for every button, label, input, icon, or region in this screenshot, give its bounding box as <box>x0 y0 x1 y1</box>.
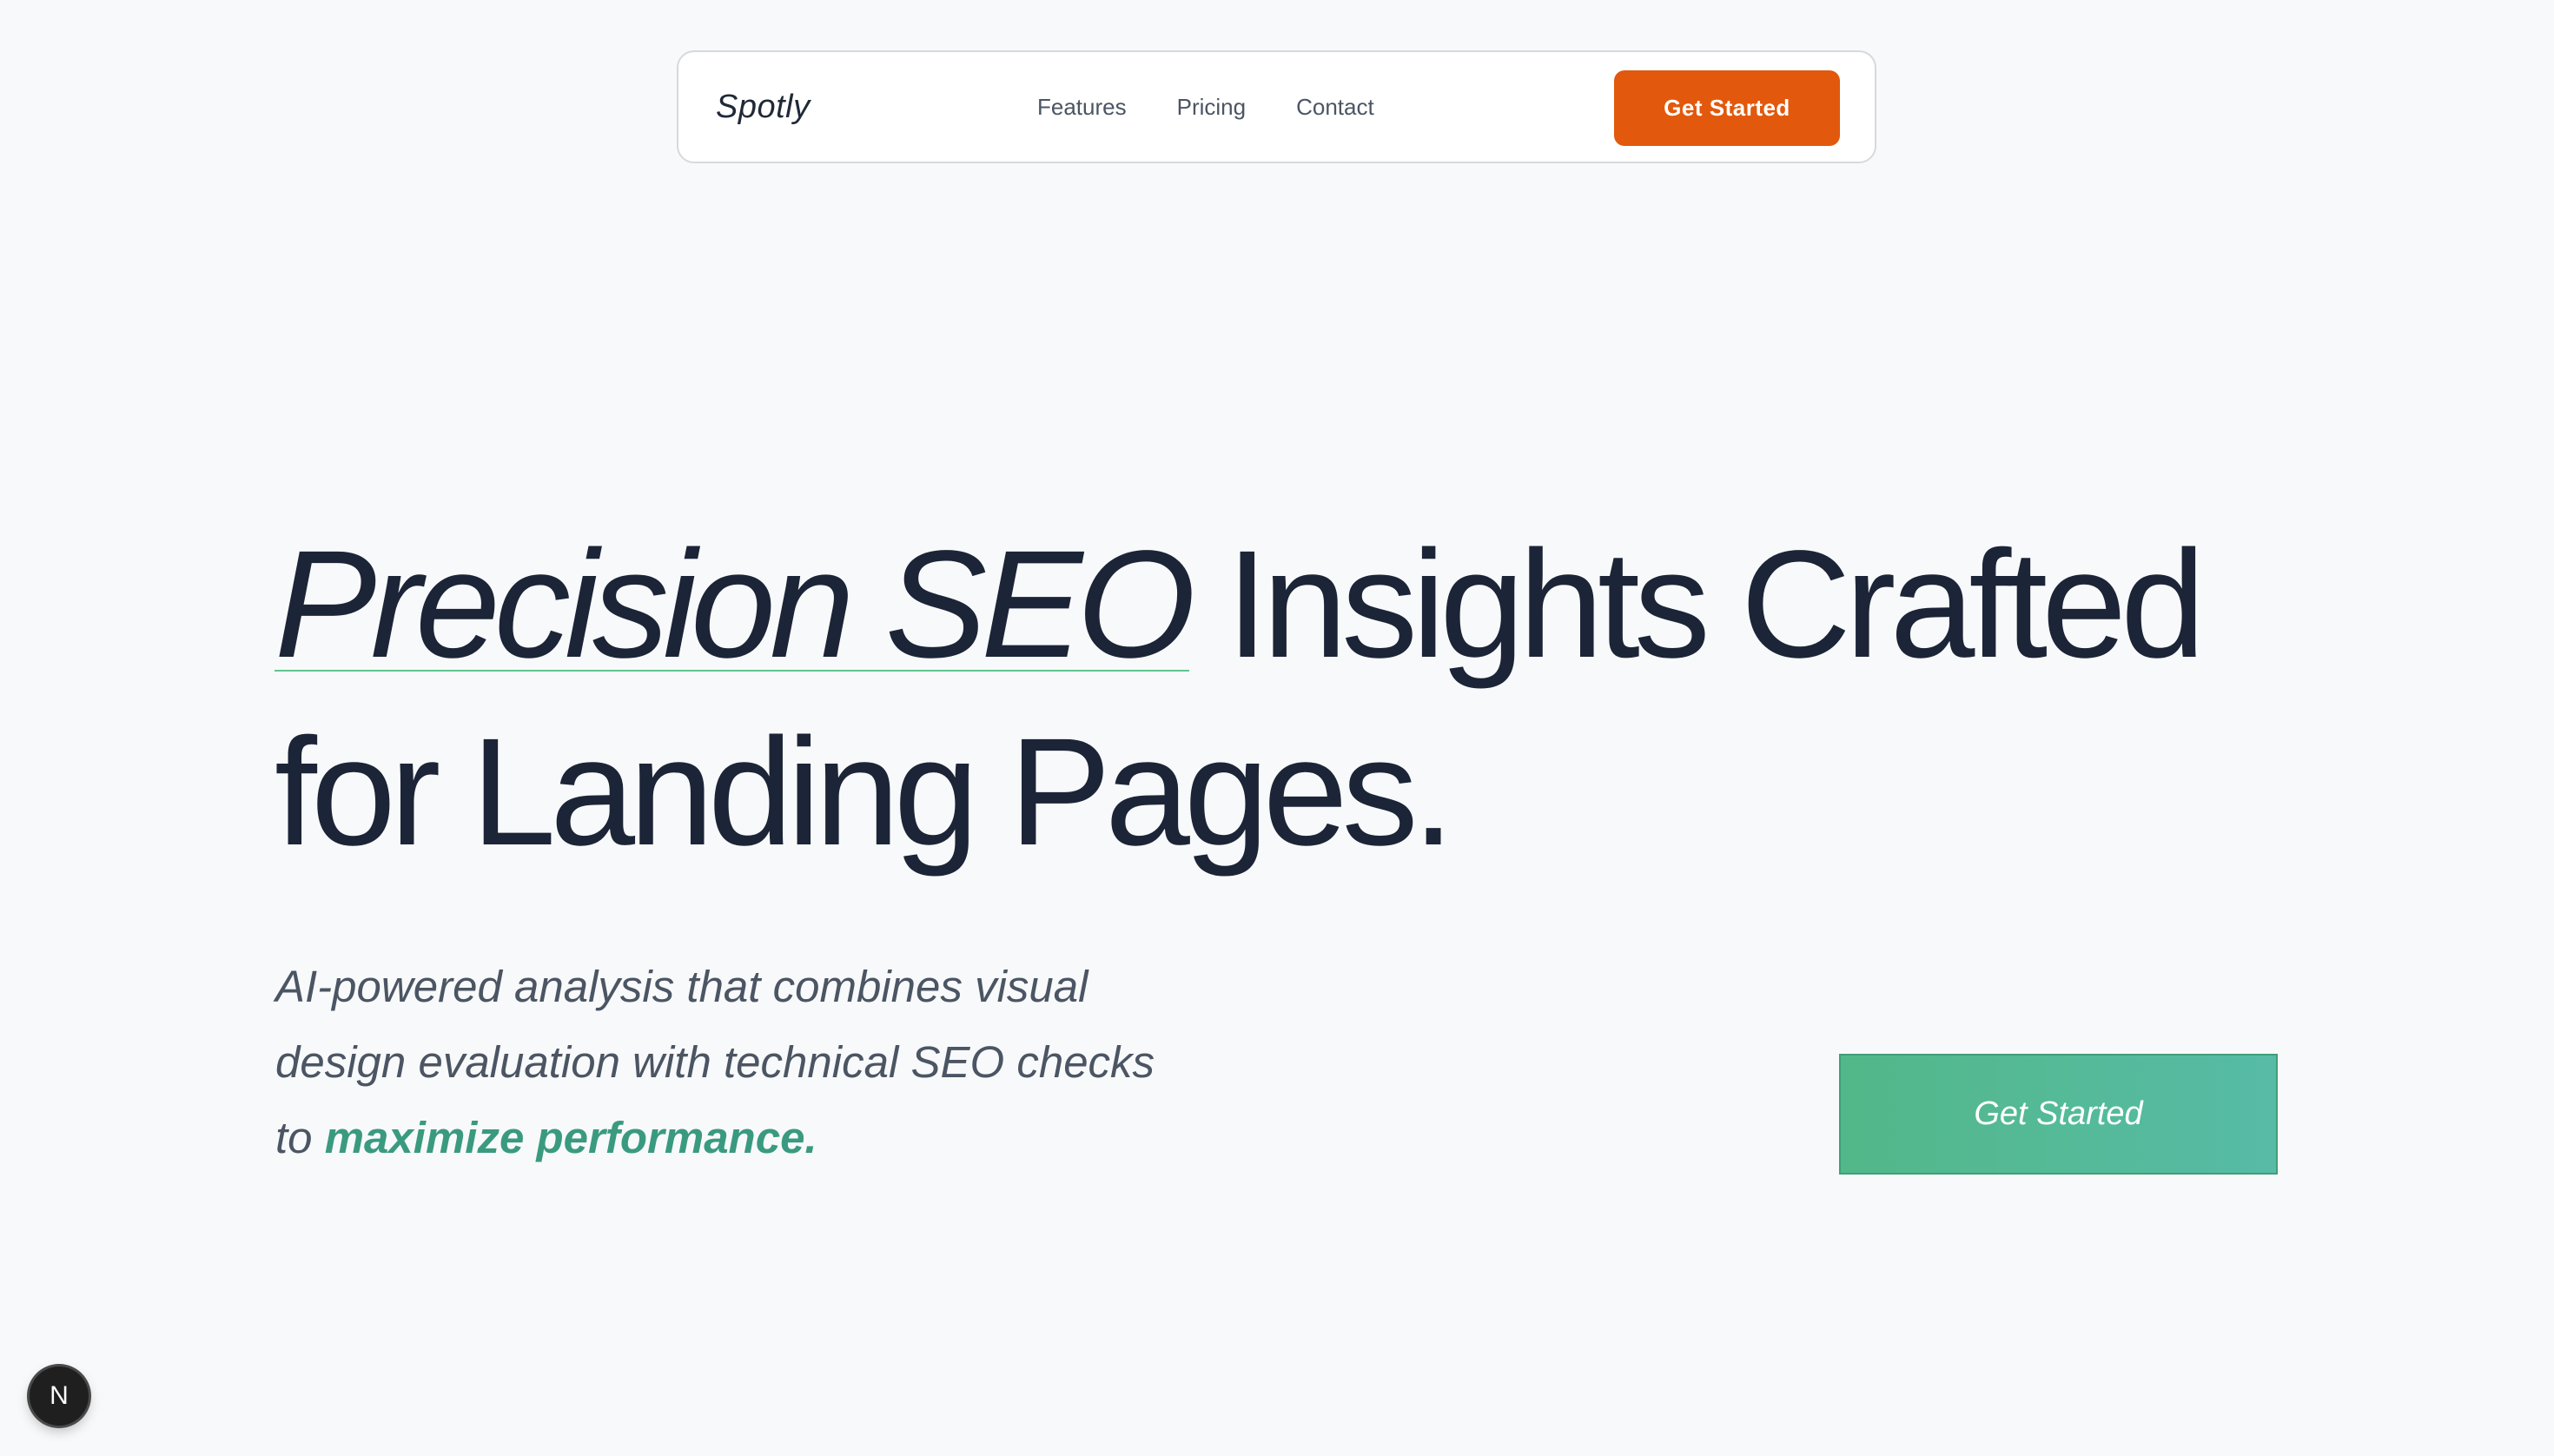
navbar: Spotly Features Pricing Contact Get Star… <box>677 50 1876 163</box>
hero-title: Precision SEO Insights Crafted for Landi… <box>275 511 2290 886</box>
hero-title-accent: Precision SEO <box>275 520 1195 690</box>
hero-get-started-button[interactable]: Get Started <box>1839 1054 2278 1175</box>
hero-subtitle: AI-powered analysis that combines visual… <box>275 949 1161 1175</box>
brand-logo[interactable]: Spotly <box>716 52 811 162</box>
nav-link-pricing[interactable]: Pricing <box>1177 94 1246 121</box>
nav-links: Features Pricing Contact <box>1037 52 1425 162</box>
hero-subtitle-highlight: maximize performance. <box>324 1113 817 1162</box>
nextjs-dev-badge[interactable]: N <box>30 1367 89 1426</box>
nav-link-contact[interactable]: Contact <box>1296 94 1374 121</box>
landing-page: Spotly Features Pricing Contact Get Star… <box>0 0 2554 1456</box>
nav-get-started-button[interactable]: Get Started <box>1614 70 1840 146</box>
nav-link-features[interactable]: Features <box>1037 94 1127 121</box>
